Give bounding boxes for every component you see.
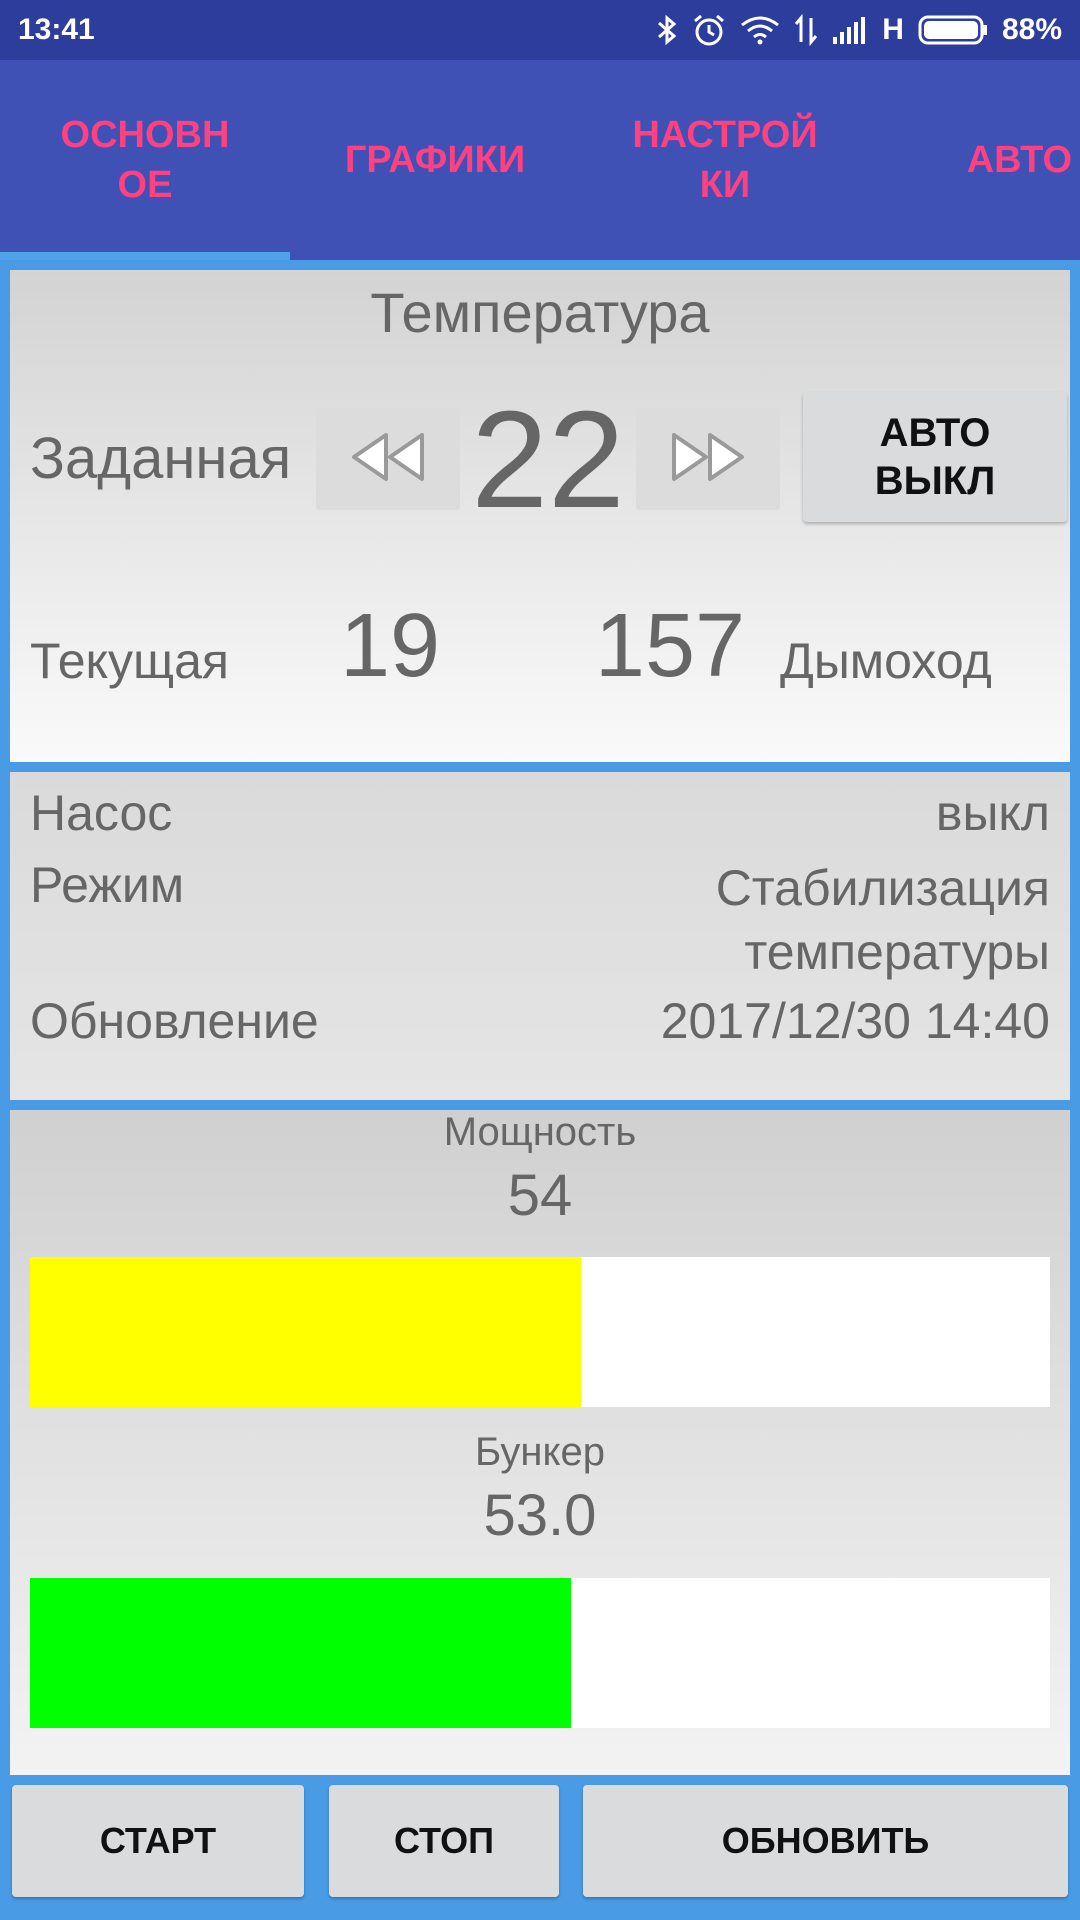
tab-main[interactable]: ОСНОВН ОЕ [0, 60, 290, 260]
auto-toggle-button[interactable]: АВТО ВЫКЛ [803, 392, 1067, 522]
status-bar: 13:41 H 88% [0, 0, 1080, 60]
tab-auto-label: АВТО [966, 139, 1072, 181]
battery-percent: 88% [1001, 13, 1062, 46]
tab-graphs[interactable]: ГРАФИКИ [290, 60, 580, 260]
current-label: Текущая [30, 633, 229, 689]
gauges-panel: Мощность 54 Бункер 53.0 [10, 1110, 1070, 1775]
battery-icon [918, 15, 988, 45]
flue-value: 157 [594, 596, 746, 696]
rewind-icon [350, 431, 426, 488]
mode-value: Стабилизация температуры [715, 860, 1050, 980]
data-transfer-icon [794, 14, 818, 46]
tab-settings-label: НАСТРОЙ КИ [632, 114, 818, 206]
pump-value: выкл [935, 785, 1050, 841]
power-label: Мощность [443, 1110, 637, 1154]
tab-indicator [0, 252, 290, 260]
status-icons: H 88% [656, 10, 1062, 50]
increase-button[interactable] [636, 408, 780, 510]
signal-icon [832, 15, 868, 45]
tab-graphs-label: ГРАФИКИ [344, 139, 526, 181]
mode-label: Режим [30, 857, 185, 913]
start-button[interactable]: СТАРТ [12, 1785, 304, 1897]
bunker-bar [30, 1578, 1050, 1728]
bluetooth-icon [656, 14, 678, 46]
refresh-button[interactable]: ОБНОВИТЬ [583, 1785, 1068, 1897]
bunker-label: Бункер [475, 1430, 605, 1474]
power-bar [30, 1257, 1050, 1407]
tab-bar: ОСНОВН ОЕ ГРАФИКИ НАСТРОЙ КИ АВТО [0, 60, 1080, 260]
update-value: 2017/12/30 14:40 [660, 993, 1050, 1049]
temperature-title: Температура [370, 281, 710, 344]
setpoint-label: Заданная [30, 426, 292, 491]
tab-main-label: ОСНОВН ОЕ [60, 114, 230, 206]
temperature-panel: Температура Заданная 22 АВТО ВЫКЛ Текуща… [10, 270, 1070, 762]
network-type: H [882, 13, 904, 46]
flue-label: Дымоход [780, 633, 992, 689]
stop-button[interactable]: СТОП [329, 1785, 559, 1897]
update-label: Обновление [30, 993, 319, 1049]
power-value: 54 [507, 1163, 573, 1228]
decrease-button[interactable] [316, 408, 460, 510]
current-value: 19 [339, 596, 441, 696]
info-panel: Насос выкл Режим Стабилизация температур… [10, 772, 1070, 1100]
setpoint-value: 22 [471, 383, 625, 537]
alarm-icon [692, 13, 726, 47]
bunker-bar-fill [30, 1578, 571, 1728]
tab-settings[interactable]: НАСТРОЙ КИ [580, 60, 870, 260]
power-bar-fill [30, 1257, 581, 1407]
wifi-icon [740, 15, 780, 45]
fast-forward-icon [670, 431, 746, 488]
tab-auto[interactable]: АВТО [870, 60, 1080, 260]
status-time: 13:41 [18, 13, 95, 46]
pump-label: Насос [30, 785, 173, 841]
bunker-value: 53.0 [483, 1483, 597, 1548]
